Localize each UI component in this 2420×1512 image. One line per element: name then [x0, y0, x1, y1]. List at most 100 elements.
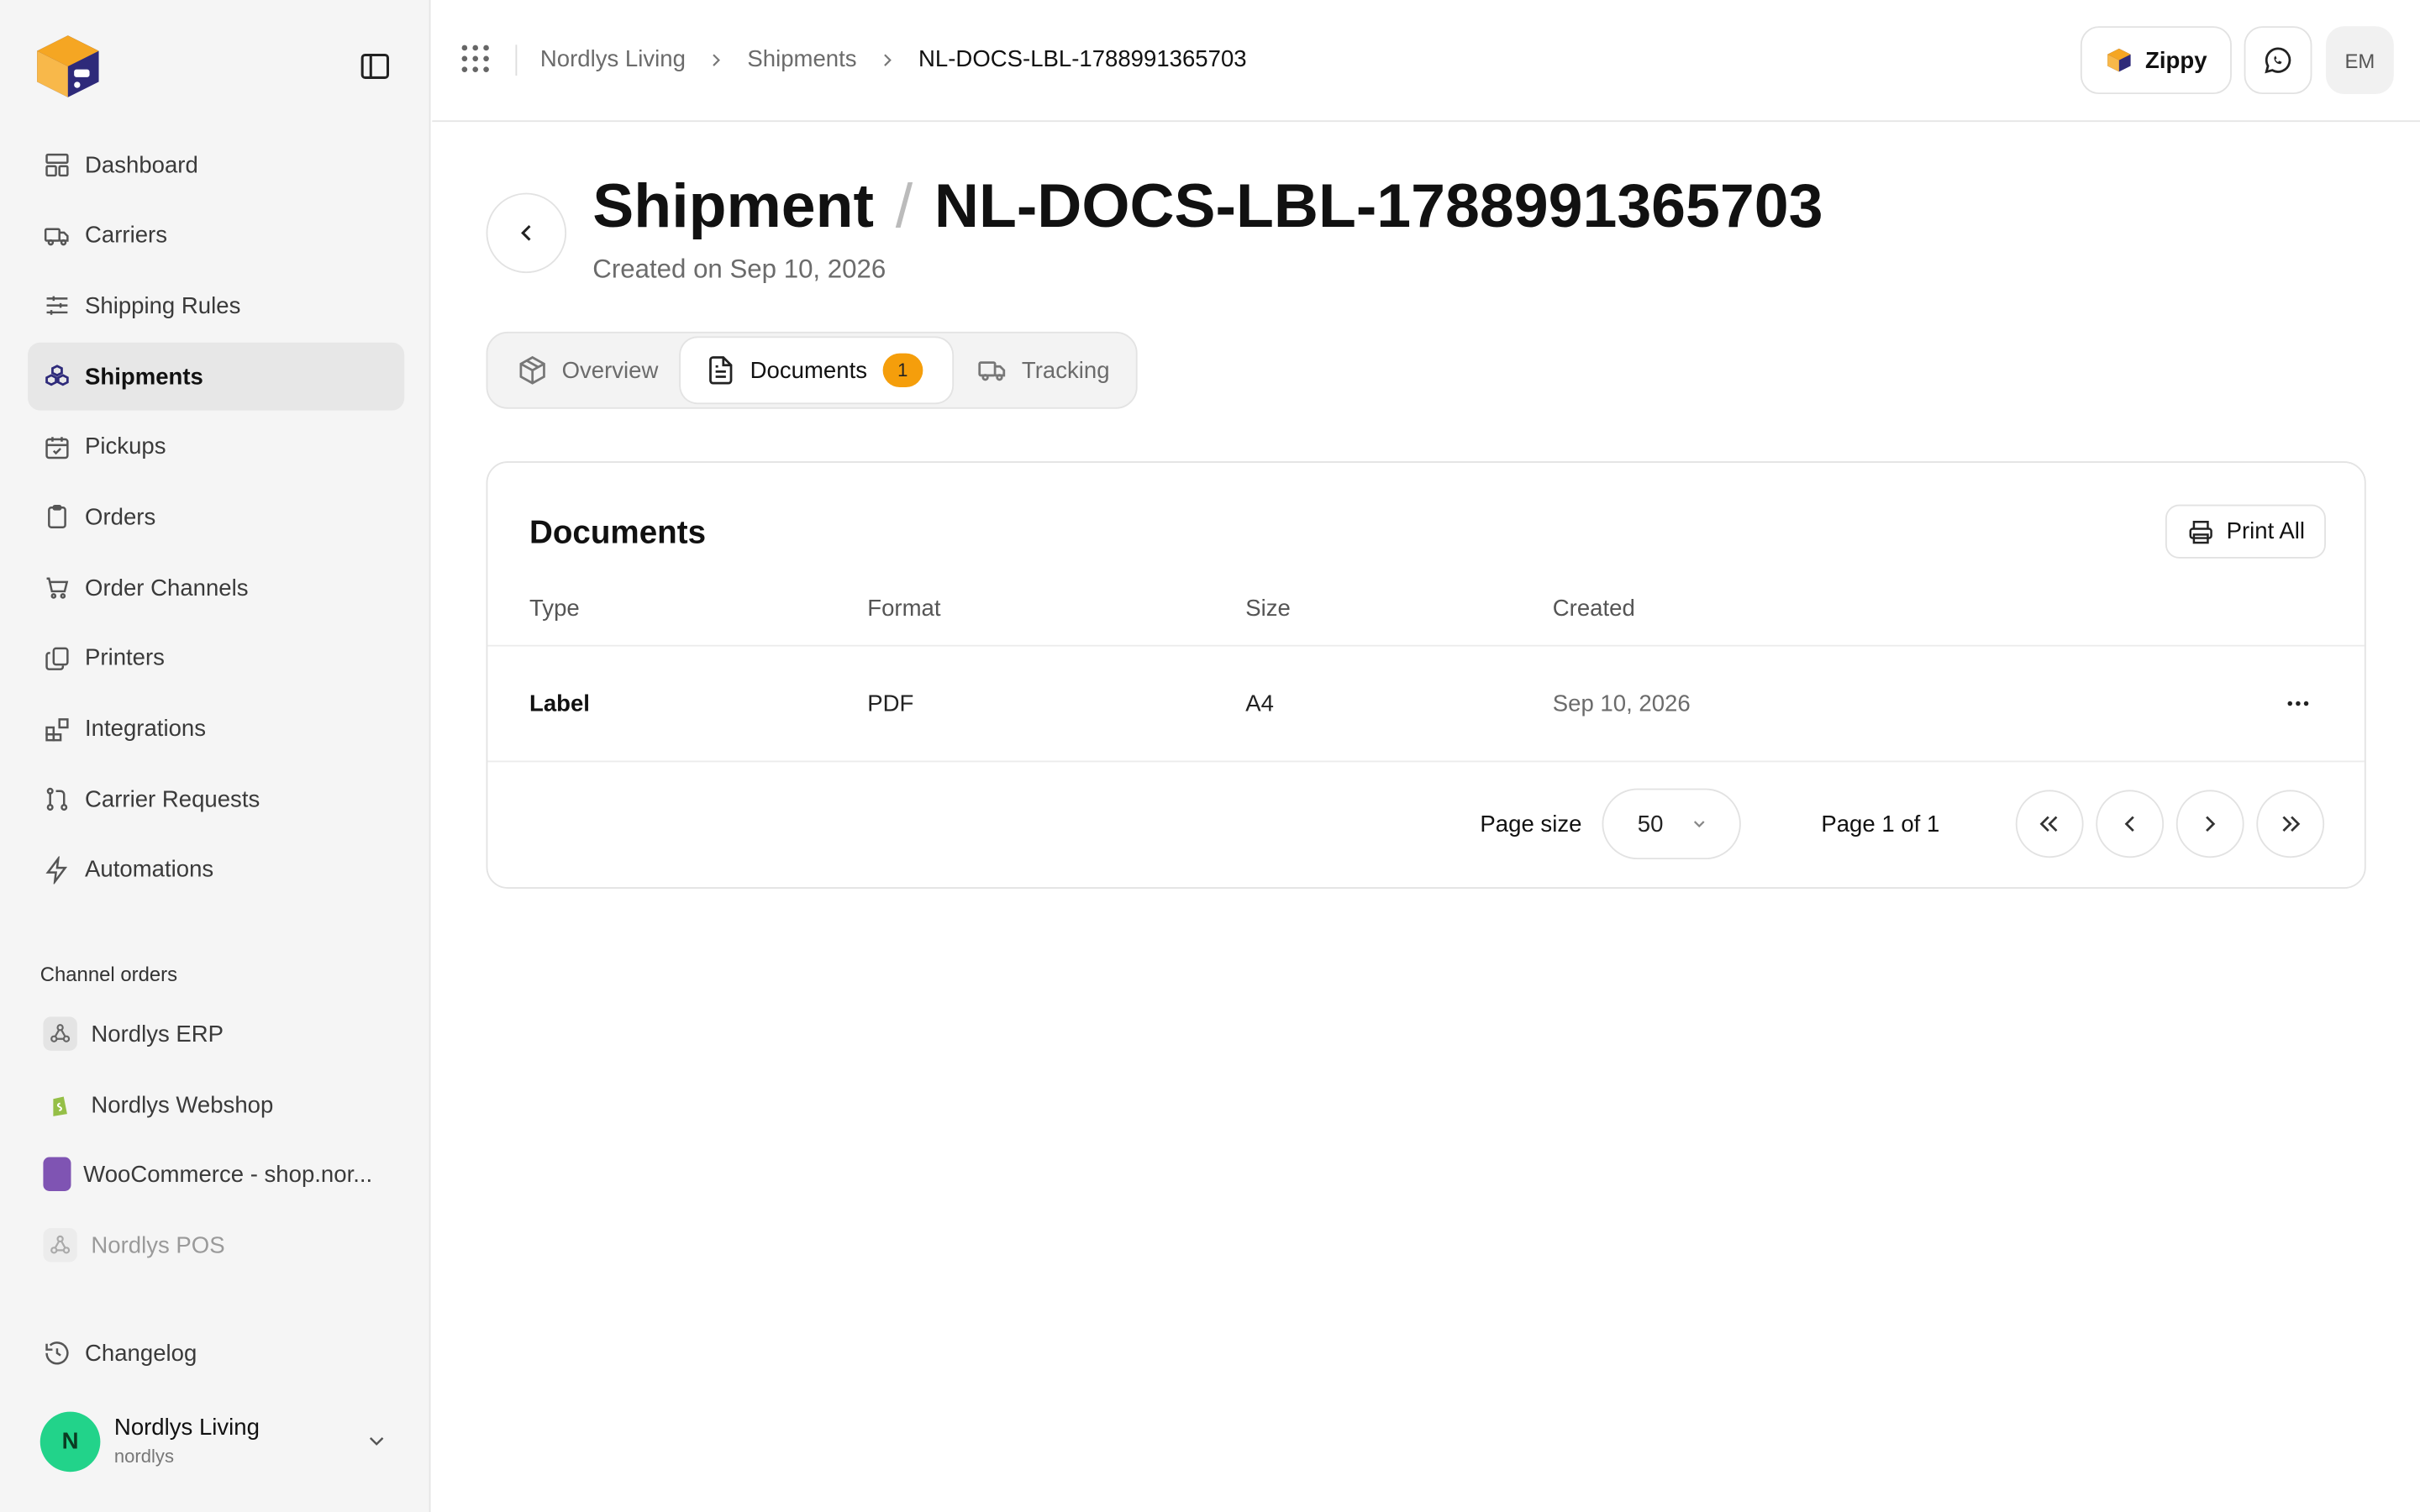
- sidebar-item-label: Integrations: [85, 716, 207, 743]
- back-button[interactable]: [486, 192, 567, 274]
- card-title: Documents: [529, 515, 707, 551]
- chevrons-right-icon: [2276, 810, 2304, 837]
- top-bar: Nordlys Living Shipments NL-DOCS-LBL-178…: [432, 0, 2420, 123]
- title-separator: /: [895, 172, 913, 241]
- page-size-select[interactable]: 50: [1602, 788, 1741, 860]
- sidebar-item-pickups[interactable]: Pickups: [28, 413, 404, 481]
- chevron-down-icon: [1690, 815, 1708, 833]
- channel-label: WooCommerce - shop.nor...: [83, 1161, 373, 1188]
- tab-label: Overview: [561, 357, 659, 384]
- page-info: Page 1 of 1: [1821, 811, 1940, 838]
- account-switcher[interactable]: N Nordlys Living nordlys: [39, 1410, 404, 1472]
- sidebar-item-shipments[interactable]: Shipments: [28, 342, 405, 411]
- documents-card: Documents Print All Type Format Size Cre…: [486, 461, 2366, 889]
- cart-icon: [43, 574, 71, 601]
- account-handle: nordlys: [113, 1446, 174, 1467]
- count-badge: 1: [882, 353, 923, 388]
- truck-icon: [43, 222, 71, 249]
- channel-label: Nordlys ERP: [91, 1021, 224, 1047]
- sidebar-item-orders[interactable]: Orders: [28, 484, 404, 552]
- zippy-label: Zippy: [2145, 47, 2207, 74]
- sidebar-item-carriers[interactable]: Carriers: [28, 202, 404, 270]
- webhook-icon: [43, 1228, 77, 1263]
- zippy-button[interactable]: Zippy: [2080, 26, 2232, 95]
- copy-icon: [43, 644, 71, 672]
- tab-documents[interactable]: Documents 1: [681, 338, 953, 403]
- chevron-left-icon: [2116, 810, 2144, 837]
- apps-grid-button[interactable]: [460, 43, 491, 74]
- print-all-label: Print All: [2226, 518, 2306, 545]
- sidebar-item-label: Orders: [85, 504, 156, 531]
- sidebar-item-label: Changelog: [85, 1340, 197, 1367]
- more-horizontal-icon: [2284, 690, 2312, 717]
- tab-overview[interactable]: Overview: [492, 338, 681, 402]
- print-all-button[interactable]: Print All: [2165, 504, 2326, 559]
- tab-label: Documents: [750, 357, 868, 384]
- sidebar-item-label: Pickups: [85, 433, 166, 460]
- tab-tracking[interactable]: Tracking: [952, 338, 1131, 402]
- sidebar-item-carrier-requests[interactable]: Carrier Requests: [28, 765, 404, 833]
- git-pull-icon: [43, 785, 71, 813]
- boxes-icon: [43, 363, 71, 391]
- tab-label: Tracking: [1021, 357, 1110, 384]
- sidebar-item-automations[interactable]: Automations: [28, 836, 404, 904]
- channel-item-nordlys-erp[interactable]: Nordlys ERP: [28, 1003, 404, 1064]
- webhook-icon: [43, 1016, 77, 1051]
- channel-item-nordlys-webshop[interactable]: Nordlys Webshop: [28, 1074, 404, 1135]
- channel-label: Nordlys POS: [91, 1231, 225, 1258]
- app-logo[interactable]: [31, 29, 105, 103]
- breadcrumb-shipments[interactable]: Shipments: [747, 46, 856, 72]
- page-title: Shipment / NL-DOCS-LBL-1788991365703: [592, 173, 1823, 243]
- chat-icon: [2263, 45, 2294, 76]
- dashboard-icon: [43, 151, 71, 179]
- created-date: Created on Sep 10, 2026: [592, 255, 886, 284]
- calendar-check-icon: [43, 433, 71, 461]
- sidebar-item-changelog[interactable]: Changelog: [28, 1320, 404, 1385]
- tab-bar: Overview Documents 1 Tracking: [486, 331, 1138, 409]
- sidebar-item-label: Shipping Rules: [85, 292, 241, 319]
- printer-icon: [2186, 517, 2214, 545]
- breadcrumb-current: NL-DOCS-LBL-1788991365703: [918, 46, 1247, 73]
- cell-type: Label: [529, 690, 590, 718]
- channel-orders-heading: Channel orders: [39, 963, 178, 986]
- channel-item-nordlys-pos[interactable]: Nordlys POS: [28, 1215, 404, 1276]
- blocks-icon: [43, 715, 71, 743]
- sidebar-item-printers[interactable]: Printers: [28, 625, 404, 693]
- sidebar-item-shipping-rules[interactable]: Shipping Rules: [28, 272, 404, 340]
- user-avatar[interactable]: EM: [2325, 26, 2394, 95]
- shipment-id: NL-DOCS-LBL-1788991365703: [934, 172, 1823, 241]
- sidebar: Dashboard Carriers Shipping Rules Shipme…: [0, 0, 431, 1512]
- breadcrumb-org[interactable]: Nordlys Living: [540, 46, 686, 72]
- column-header-created: Created: [1552, 595, 1635, 622]
- first-page-button[interactable]: [2015, 790, 2084, 858]
- chevron-left-icon: [513, 219, 540, 247]
- sidebar-item-label: Carriers: [85, 222, 167, 249]
- channel-item-woocommerce[interactable]: WooCommerce - shop.nor...: [28, 1143, 404, 1205]
- sidebar-item-integrations[interactable]: Integrations: [28, 695, 404, 763]
- cell-created: Sep 10, 2026: [1552, 690, 1691, 718]
- last-page-button[interactable]: [2256, 790, 2325, 858]
- chevrons-left-icon: [2036, 810, 2064, 837]
- chevron-right-icon: [706, 49, 728, 71]
- chat-button[interactable]: [2244, 26, 2312, 95]
- divider: [487, 644, 2365, 647]
- account-name: Nordlys Living: [113, 1415, 260, 1441]
- sidebar-item-order-channels[interactable]: Order Channels: [28, 554, 404, 622]
- woocommerce-icon: [43, 1157, 71, 1191]
- previous-page-button[interactable]: [2096, 790, 2165, 858]
- cell-size: A4: [1245, 690, 1274, 718]
- sidebar-item-label: Automations: [85, 857, 214, 884]
- page-title-prefix: Shipment: [592, 172, 875, 241]
- row-actions-button[interactable]: [2278, 686, 2318, 720]
- breadcrumb: Nordlys Living Shipments NL-DOCS-LBL-178…: [540, 46, 1247, 72]
- chevron-down-icon: [364, 1429, 388, 1453]
- next-page-button[interactable]: [2175, 790, 2244, 858]
- column-header-size: Size: [1245, 595, 1291, 622]
- history-icon: [43, 1339, 71, 1367]
- sidebar-item-label: Shipments: [85, 363, 203, 390]
- toggle-sidebar-button[interactable]: [358, 50, 392, 83]
- divider: [515, 45, 518, 76]
- cell-format: PDF: [867, 690, 914, 718]
- column-header-format: Format: [867, 595, 941, 622]
- sidebar-item-dashboard[interactable]: Dashboard: [28, 131, 404, 199]
